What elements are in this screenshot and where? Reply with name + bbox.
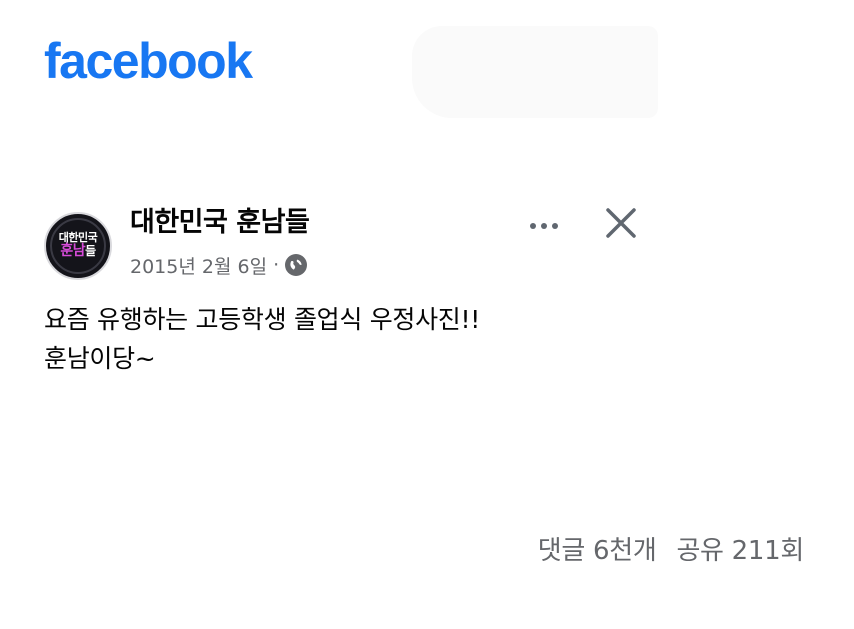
shares-count[interactable]: 공유 211회: [676, 530, 804, 567]
page-name[interactable]: 대한민국 훈남들: [130, 205, 310, 241]
post-date[interactable]: 2015년 2월 6일: [130, 252, 267, 279]
more-dot: [541, 223, 547, 229]
meta-separator: ·: [273, 254, 280, 276]
avatar-bottom-text-2: 들: [85, 244, 96, 259]
page-avatar[interactable]: 대한민국 훈남들: [44, 212, 112, 280]
more-options-button[interactable]: [522, 211, 566, 241]
facebook-logo[interactable]: facebook: [44, 36, 253, 86]
post-stats: 댓글 6천개 공유 211회: [538, 530, 805, 567]
post-text-line: 훈남이당~: [44, 344, 156, 373]
post-text: 요즘 유행하는 고등학생 졸업식 우정사진!! 훈남이당~: [44, 300, 744, 378]
more-dot: [552, 223, 558, 229]
globe-icon: [285, 254, 308, 276]
close-icon: [606, 208, 636, 238]
avatar-bottom-text-1: 훈남: [60, 243, 86, 260]
blurred-region: [412, 26, 658, 118]
comments-count[interactable]: 댓글 6천개: [538, 530, 657, 567]
post-header: 대한민국 훈남들 대한민국 훈남들 2015년 2월 6일 ·: [44, 205, 664, 285]
more-dots-icon: [530, 223, 536, 229]
close-button[interactable]: [603, 205, 639, 241]
post-text-line: 요즘 유행하는 고등학생 졸업식 우정사진!!: [44, 305, 480, 334]
avatar-bottom-text: 훈남들: [60, 243, 96, 260]
post-meta: 2015년 2월 6일 ·: [130, 251, 308, 279]
